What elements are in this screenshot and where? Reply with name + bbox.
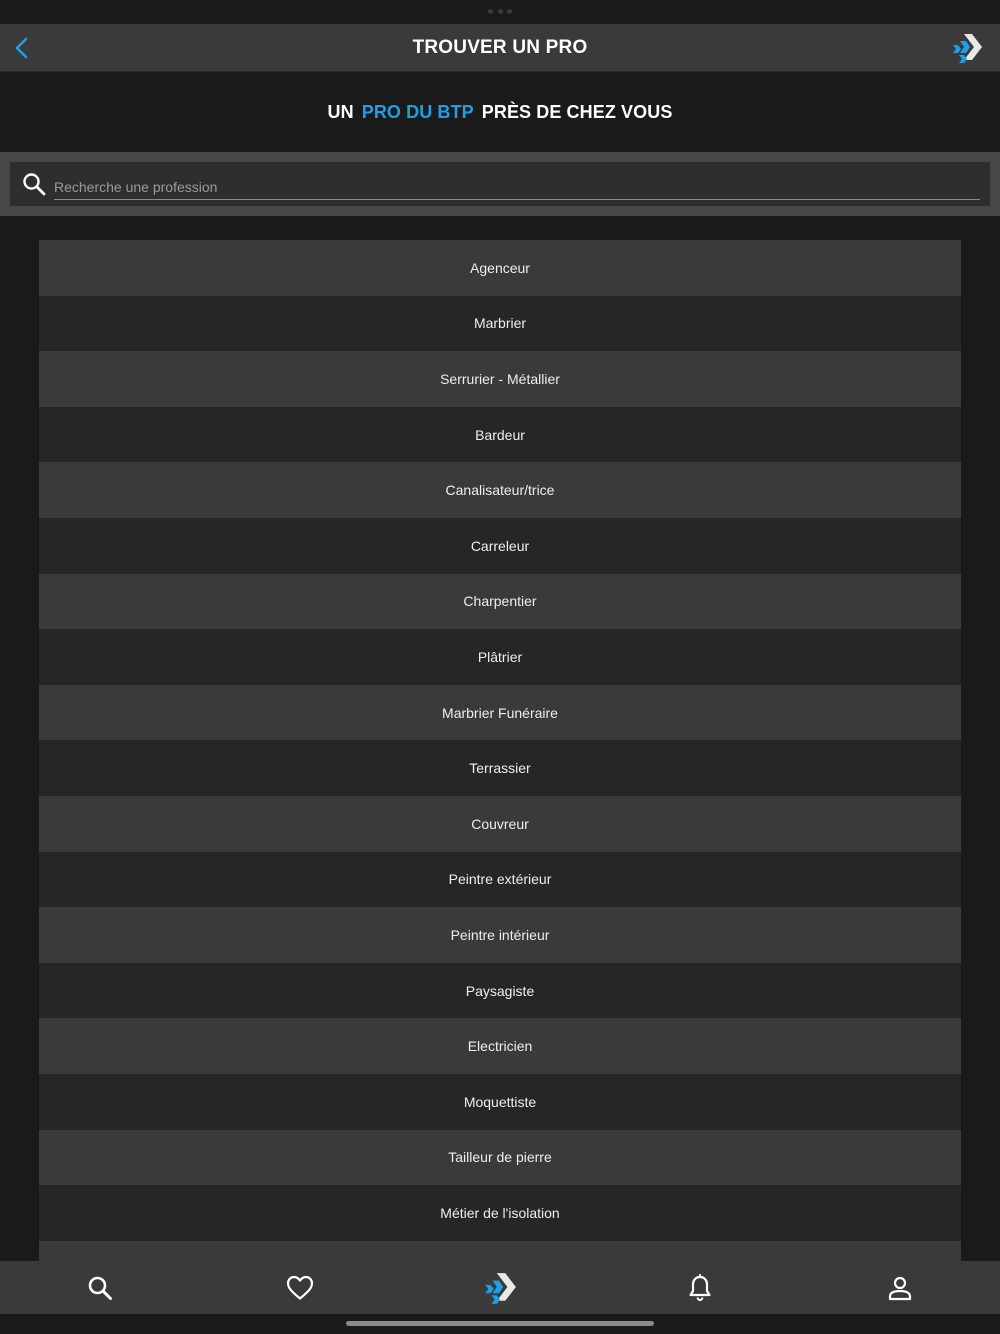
headline: UN PRO DU BTP PRÈS DE CHEZ VOUS [0,72,1000,152]
profession-list-area[interactable]: Agenceur Marbrier Serrurier - Métallier … [0,216,1000,1261]
list-item-terrassier[interactable]: Terrassier [39,740,961,796]
multitasking-dots [488,9,512,14]
bell-icon [689,1273,711,1301]
tab-bar [0,1261,1000,1314]
back-button[interactable] [6,32,38,64]
list-item-bardeur[interactable]: Bardeur [39,406,961,463]
tab-profile[interactable] [800,1261,1000,1314]
profession-list: Agenceur Marbrier Serrurier - Métallier … [39,240,961,1261]
navigation-bar: TROUVER UN PRO [0,24,1000,72]
list-item-charpentier[interactable]: Charpentier [39,573,961,630]
home-indicator[interactable] [346,1321,654,1326]
list-item-peintre-interieur[interactable]: Peintre intérieur [39,907,961,963]
list-item-marbrier[interactable]: Marbrier [39,295,961,352]
page-title: TROUVER UN PRO [412,37,588,58]
search-section [0,152,1000,216]
tab-home[interactable] [400,1261,600,1314]
search-icon [22,172,46,196]
list-item-marbrier-funeraire[interactable]: Marbrier Funéraire [39,684,961,741]
list-item-platrier[interactable]: Plâtrier [39,629,961,685]
list-item-agenceur[interactable]: Agenceur [39,240,961,296]
user-icon [888,1276,912,1300]
tab-favorites[interactable] [200,1261,400,1314]
chevron-left-icon [15,37,28,59]
tab-notifications[interactable] [600,1261,800,1314]
list-item-paysagiste[interactable]: Paysagiste [39,962,961,1019]
heart-icon [286,1275,314,1300]
brand-logo-icon [485,1272,516,1304]
brand-logo-icon[interactable] [950,32,984,64]
home-indicator-area [0,1314,1000,1334]
tab-search[interactable] [0,1261,200,1314]
list-item-metier-isolation[interactable]: Métier de l'isolation [39,1185,961,1241]
headline-part-1: UN [327,101,354,122]
list-item-carreleur[interactable]: Carreleur [39,517,961,574]
list-item-peintre-exterieur[interactable]: Peintre extérieur [39,851,961,908]
list-item-electricien[interactable]: Electricien [39,1018,961,1074]
list-item-canalisateur[interactable]: Canalisateur/trice [39,462,961,518]
list-item-tailleur-de-pierre[interactable]: Tailleur de pierre [39,1129,961,1186]
list-item-couvreur[interactable]: Couvreur [39,795,961,852]
search-icon [88,1276,112,1300]
search-box [10,162,990,206]
list-item-serrurier-metallier[interactable]: Serrurier - Métallier [39,351,961,407]
list-item-partial[interactable] [39,1240,961,1261]
search-input[interactable] [54,170,980,200]
list-item-moquettiste[interactable]: Moquettiste [39,1073,961,1130]
headline-part-2: PRÈS DE CHEZ VOUS [481,101,673,122]
headline-accent: PRO DU BTP [361,101,474,122]
status-bar [0,0,1000,24]
